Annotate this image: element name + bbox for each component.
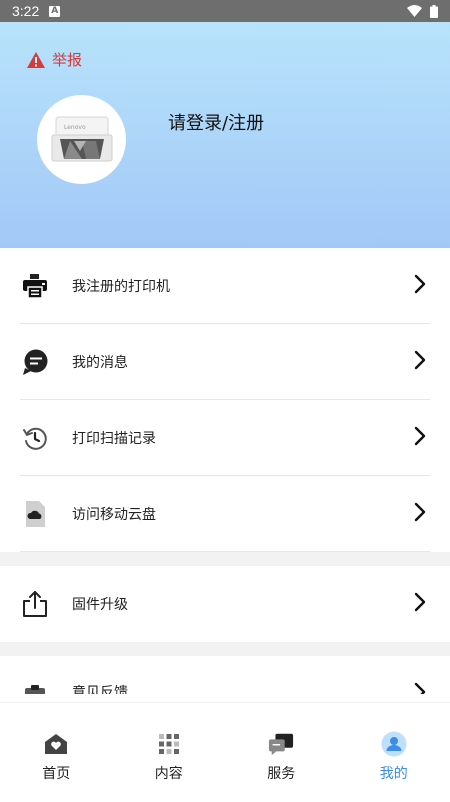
- printer-image: Lenovo: [51, 116, 112, 161]
- menu-item-feedback[interactable]: 意见反馈: [20, 656, 430, 694]
- section-divider: [0, 552, 450, 566]
- upload-icon: [20, 589, 50, 619]
- history-icon: [20, 423, 50, 453]
- cloud-file-icon: [20, 499, 50, 529]
- tab-content[interactable]: 内容: [113, 703, 226, 802]
- tab-home[interactable]: 首页: [0, 703, 113, 802]
- chevron-right-icon: [414, 682, 426, 694]
- printer-brand: Lenovo: [64, 124, 86, 131]
- menu-item-label: 我注册的打印机: [72, 278, 170, 295]
- notification-icon: A: [49, 5, 61, 17]
- chevron-right-icon: [414, 274, 426, 298]
- user-icon: [381, 731, 407, 757]
- menu-item-firmware-upgrade[interactable]: 固件升级: [20, 566, 430, 642]
- menu-item-label: 访问移动云盘: [72, 506, 156, 523]
- status-icons: [407, 4, 438, 18]
- wifi-icon: [407, 5, 422, 17]
- warning-icon: [27, 51, 45, 68]
- status-bar: 3:22 A: [0, 0, 450, 22]
- message-icon: [20, 347, 50, 377]
- avatar[interactable]: Lenovo: [37, 95, 126, 184]
- grid-icon: [156, 731, 182, 757]
- home-heart-icon: [43, 731, 69, 757]
- menu-item-messages[interactable]: 我的消息: [20, 324, 430, 400]
- menu-item-mobile-cloud[interactable]: 访问移动云盘: [20, 476, 430, 552]
- tab-label: 我的: [379, 766, 408, 782]
- section-divider: [0, 642, 450, 656]
- login-register-link[interactable]: 请登录/注册: [168, 109, 264, 135]
- menu-item-label: 固件升级: [72, 597, 128, 613]
- printer-icon: [20, 271, 50, 301]
- chevron-right-icon: [414, 592, 426, 616]
- bottom-tab-bar: 首页 内容 服务 我的: [0, 702, 450, 802]
- report-button[interactable]: 举报: [26, 49, 82, 70]
- status-time: 3:22: [12, 3, 40, 19]
- clipboard-icon: [20, 682, 50, 694]
- tab-label: 内容: [154, 766, 183, 782]
- chevron-right-icon: [414, 350, 426, 374]
- battery-icon: [430, 4, 438, 18]
- chat-icon: [268, 731, 294, 757]
- menu-list: 我注册的打印机 我的消息 打印扫描记录 访问移动云盘 固件升级 意见反馈: [0, 248, 450, 694]
- profile-header: 举报 Lenovo 请登录/注册: [0, 22, 450, 248]
- chevron-right-icon: [414, 502, 426, 526]
- menu-item-label: 意见反馈: [72, 685, 128, 694]
- tab-service[interactable]: 服务: [225, 703, 338, 802]
- menu-item-label: 打印扫描记录: [72, 430, 156, 447]
- chevron-right-icon: [414, 426, 426, 450]
- menu-item-registered-printers[interactable]: 我注册的打印机: [20, 248, 430, 324]
- tab-mine[interactable]: 我的: [338, 703, 450, 802]
- report-label: 举报: [52, 51, 83, 69]
- menu-item-print-scan-history[interactable]: 打印扫描记录: [20, 400, 430, 476]
- tab-label: 首页: [42, 766, 71, 782]
- menu-item-label: 我的消息: [72, 354, 128, 371]
- tab-label: 服务: [267, 766, 296, 782]
